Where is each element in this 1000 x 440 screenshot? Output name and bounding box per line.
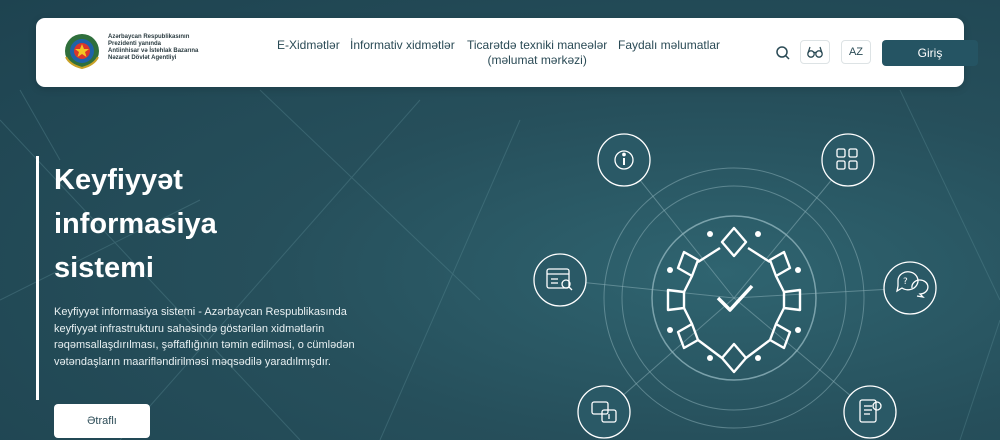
agency-emblem-icon[interactable] [62,31,102,71]
hero-accent-bar [36,156,39,400]
nav-item-label: İnformativ xidmətlər [350,38,455,52]
accessibility-button[interactable] [800,40,830,64]
svg-text:?: ? [903,277,908,287]
nav-item-label: Faydalı məlumatlar [618,38,721,52]
chat-info-icon [577,385,631,439]
nav-item-technical-barriers[interactable]: Ticarətdə texniki maneələr (məlumat mərk… [467,38,607,68]
nav-item-useful-info[interactable]: Faydalı məlumatlar [618,38,720,53]
search-document-icon [533,253,587,307]
hero-title-line: Keyfiyyət [54,164,183,196]
nav-item-label: E-Xidmətlər [277,38,340,52]
login-button[interactable]: Giriş [882,40,978,66]
agency-name-line: Nəzarət Dövlət Agentliyi [108,55,177,61]
question-chat-icon: ? [883,261,937,315]
hero-title: Keyfiyyət informasiya sistemi [54,158,314,290]
nav-item-e-services[interactable]: E-Xidmətlər [277,38,340,53]
hero-title-line: sistemi [54,252,154,284]
document-info-icon [843,385,897,439]
main-nav: E-Xidmətlər İnformativ xidmətlər Ticarət… [236,38,736,78]
grid-icon [821,133,875,187]
quality-check-icon [666,226,802,374]
eye-glasses-icon [807,46,823,58]
agency-name[interactable]: Azərbaycan Respublikasının Prezidenti ya… [108,34,238,62]
agency-name-line: Prezidenti yanında [108,41,162,47]
nav-item-label: Ticarətdə texniki maneələr [467,38,608,52]
hero-title-line: informasiya [54,208,217,240]
nav-item-sublabel: (məlumat mərkəzi) [487,53,587,67]
agency-name-line: Antiinhisar və İstehlak Bazarına [108,48,199,54]
agency-name-line: Azərbaycan Respublikasının [108,34,190,40]
quality-system-illustration: ? [533,133,937,439]
search-icon[interactable] [774,44,792,62]
language-switcher[interactable]: AZ [841,40,871,64]
nav-item-informative-services[interactable]: İnformativ xidmətlər [350,38,455,53]
info-icon [597,133,651,187]
more-button[interactable]: Ətraflı [54,404,150,438]
site-header: Azərbaycan Respublikasının Prezidenti ya… [36,18,978,87]
hero-description: Keyfiyyət informasiya sistemi - Azərbayc… [54,306,355,368]
